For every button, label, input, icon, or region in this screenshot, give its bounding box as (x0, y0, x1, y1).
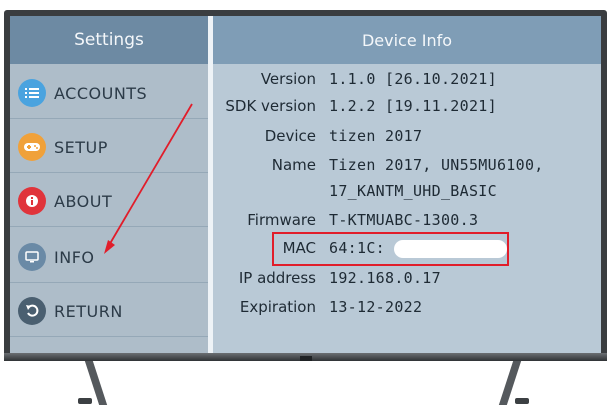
info-row-device: Device tizen 2017 (213, 127, 601, 153)
info-icon (18, 187, 46, 215)
info-row-ip-address: IP address 192.168.0.17 (213, 269, 601, 295)
tv-foot-right (515, 398, 529, 404)
settings-sidebar: Settings ACCOUNTS SETUP ABOUT INFO RETUR… (10, 16, 208, 353)
info-label: SDK version (225, 97, 316, 115)
menu-label-accounts: ACCOUNTS (54, 83, 148, 103)
menu-label-info: INFO (54, 247, 95, 267)
tv-icon (18, 243, 46, 271)
info-value: Tizen 2017, UN55MU6100, (329, 156, 544, 174)
info-value: 1.2.2 [19.11.2021] (329, 97, 497, 115)
info-row-name: Name Tizen 2017, UN55MU6100, 17_KANTM_UH… (213, 156, 601, 200)
info-row-sdk-version: SDK version 1.2.2 [19.11.2021] (213, 97, 601, 123)
info-value: 13-12-2022 (329, 298, 423, 316)
info-value: 192.168.0.17 (329, 269, 441, 287)
menu-label-return: RETURN (54, 301, 123, 321)
info-value: T-KTMUABC-1300.3 (329, 211, 479, 229)
info-value: tizen 2017 (329, 127, 423, 145)
tv-screen: Settings ACCOUNTS SETUP ABOUT INFO RETUR… (10, 16, 601, 353)
info-value-continued: 17_KANTM_UHD_BASIC (329, 182, 497, 200)
menu-label-about: ABOUT (54, 191, 113, 211)
info-label: Device (264, 127, 316, 145)
list-icon (18, 79, 46, 107)
info-row-version: Version 1.1.0 [26.10.2021] (213, 70, 601, 96)
info-value: 1.1.0 [26.10.2021] (329, 70, 497, 88)
info-label: Version (260, 70, 316, 88)
tv-logo-notch (300, 356, 312, 361)
info-label: Expiration (239, 298, 316, 316)
tv-foot-left (78, 398, 92, 404)
menu-item-accounts[interactable]: ACCOUNTS (10, 68, 208, 119)
info-label: Name (271, 156, 316, 174)
info-label: IP address (238, 269, 316, 287)
sidebar-title: Settings (10, 16, 208, 64)
info-row-expiration: Expiration 13-12-2022 (213, 298, 601, 324)
menu-item-setup[interactable]: SETUP (10, 122, 208, 173)
menu-label-setup: SETUP (54, 137, 108, 157)
menu-item-about[interactable]: ABOUT (10, 176, 208, 227)
info-label: Firmware (247, 211, 316, 229)
gamepad-icon (18, 133, 46, 161)
panel-title: Device Info (213, 16, 601, 64)
return-icon (18, 297, 46, 325)
device-info-panel: Device Info Version 1.1.0 [26.10.2021] S… (213, 16, 601, 353)
menu-item-return[interactable]: RETURN (10, 286, 208, 337)
mac-highlight-box (272, 232, 509, 266)
menu-item-info[interactable]: INFO (10, 232, 208, 283)
